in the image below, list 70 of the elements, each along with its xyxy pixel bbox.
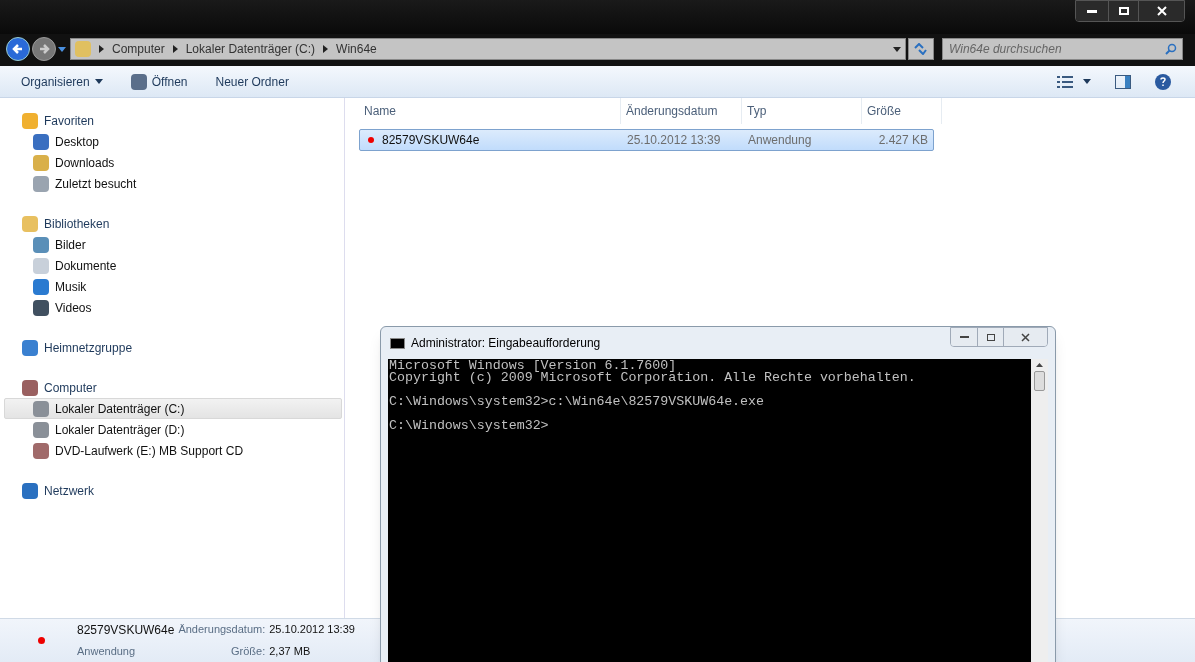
sidebar-item[interactable]: Downloads bbox=[4, 152, 342, 173]
column-header[interactable]: Name bbox=[359, 98, 621, 124]
forward-button[interactable] bbox=[32, 37, 56, 61]
window-title: Administrator: Eingabeaufforderung bbox=[411, 335, 601, 352]
toolbar-button[interactable]: Öffnen bbox=[121, 69, 197, 94]
search-field[interactable]: Win64e durchsuchen bbox=[942, 38, 1183, 60]
breadcrumb-link[interactable]: Lokaler Datenträger (C:) bbox=[185, 40, 316, 58]
sidebar-header[interactable]: Favoriten bbox=[4, 110, 344, 131]
sidebar-header[interactable]: Bibliotheken bbox=[4, 213, 344, 234]
sidebar-item[interactable]: DVD-Laufwerk (E:) MB Support CD bbox=[4, 440, 342, 461]
console-icon bbox=[390, 337, 405, 349]
file-row[interactable]: 82579VSKUW64e 25.10.2012 13:39 Anwendung 2.427 KB bbox=[359, 129, 934, 151]
search-icon bbox=[1165, 43, 1177, 55]
list-view-icon bbox=[1057, 75, 1073, 88]
back-button[interactable] bbox=[6, 37, 30, 61]
view-options-button[interactable] bbox=[1057, 75, 1091, 88]
sidebar-item[interactable]: Lokaler Datenträger (D:) bbox=[4, 419, 342, 440]
sidebar-header[interactable]: Heimnetzgruppe bbox=[4, 337, 344, 358]
refresh-arrows-icon bbox=[914, 43, 928, 55]
chevron-icon bbox=[172, 45, 178, 53]
preview-pane-button[interactable] bbox=[1115, 74, 1131, 89]
toolbar-button[interactable]: Neuer Ordner bbox=[206, 69, 298, 94]
maximize-button[interactable] bbox=[1108, 1, 1138, 21]
column-header[interactable]: Änderungsdatum bbox=[621, 98, 742, 124]
column-header[interactable]: Größe bbox=[862, 98, 942, 124]
sidebar-header[interactable]: Computer bbox=[4, 377, 344, 398]
minimize-button[interactable] bbox=[1076, 1, 1108, 21]
file-name: 82579VSKUW64e bbox=[382, 132, 480, 149]
chevron-icon bbox=[323, 45, 329, 53]
table-cell-text: Anwendung bbox=[747, 132, 813, 149]
detail-value: 25.10.2012 13:39 bbox=[269, 622, 355, 638]
console-output: Microsoft Windows [Version 6.1.7600] Copyright (c) 2009 Microsoft Corporation. Alle Rechte vorbehalten. C:\Windows\system32>c:\Win64e\82579VSKUW64e.exe C:\Windows\system32> bbox=[388, 359, 917, 435]
detail-label: Größe: bbox=[230, 644, 266, 660]
sidebar-header[interactable]: Netzwerk bbox=[4, 480, 344, 501]
refresh-button[interactable] bbox=[908, 38, 934, 60]
sidebar-item[interactable]: Bilder bbox=[4, 234, 342, 255]
question-mark-icon bbox=[1160, 77, 1166, 86]
detail-label: Änderungsdatum: bbox=[178, 622, 266, 638]
sidebar-item[interactable]: Videos bbox=[4, 297, 342, 318]
table-cell-text: 2.427 KB bbox=[877, 132, 929, 149]
help-button[interactable] bbox=[1155, 73, 1171, 90]
table-cell-text: 25.10.2012 13:39 bbox=[626, 132, 722, 149]
chevron-icon bbox=[99, 45, 104, 53]
caret-icon bbox=[58, 46, 66, 52]
detail-value: 2,37 MB bbox=[269, 644, 312, 660]
sidebar-item[interactable]: Zuletzt besucht bbox=[4, 173, 342, 194]
arrow-up-icon bbox=[1036, 363, 1043, 367]
address-bar[interactable]: Computer Lokaler Datenträger (C:) Win64e bbox=[70, 38, 906, 60]
arrow-right-icon bbox=[38, 43, 50, 55]
detail-value: Anwendung bbox=[77, 644, 137, 660]
sidebar-item[interactable]: Lokaler Datenträger (C:) bbox=[4, 398, 342, 419]
scrollbar-thumb[interactable] bbox=[1034, 371, 1045, 391]
sidebar-item[interactable]: Dokumente bbox=[4, 255, 342, 276]
sidebar-item[interactable]: Musik bbox=[4, 276, 342, 297]
breadcrumb-link[interactable]: Computer bbox=[112, 40, 165, 58]
arrow-left-icon bbox=[12, 43, 24, 55]
column-header[interactable]: Typ bbox=[742, 98, 862, 124]
caret-icon bbox=[94, 79, 103, 84]
caret-icon bbox=[893, 46, 901, 52]
breadcrumb-link[interactable]: Win64e bbox=[336, 40, 377, 58]
restore-button[interactable] bbox=[977, 328, 1003, 346]
close-button[interactable] bbox=[1138, 1, 1184, 21]
file-name: 82579VSKUW64e bbox=[77, 622, 175, 640]
sidebar-item[interactable]: Desktop bbox=[4, 131, 342, 152]
close-icon bbox=[1156, 6, 1167, 16]
minimize-button[interactable] bbox=[951, 328, 977, 346]
toolbar-button[interactable]: Organisieren bbox=[12, 69, 112, 94]
close-icon bbox=[1021, 332, 1030, 342]
scrollbar[interactable] bbox=[1031, 359, 1048, 662]
caret-icon bbox=[1083, 79, 1091, 84]
